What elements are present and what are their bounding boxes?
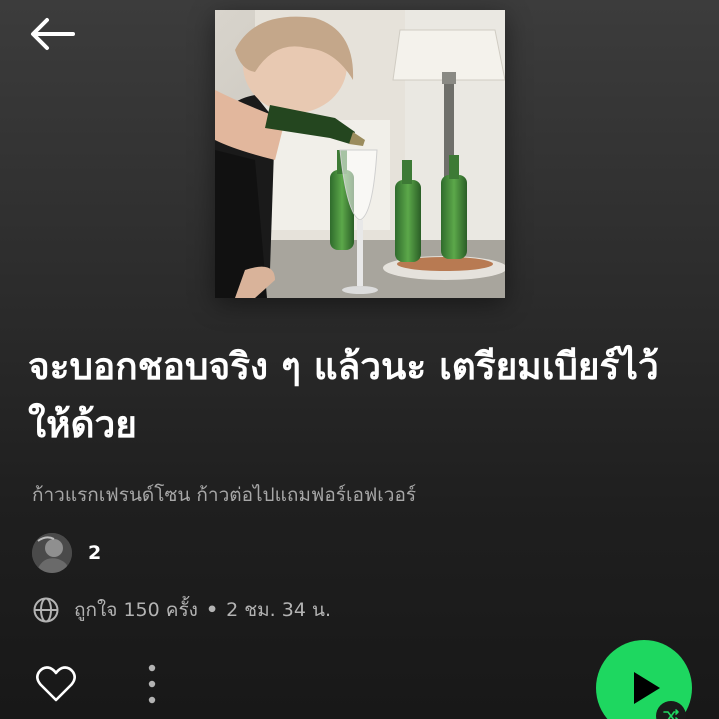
total-duration: 2 ชม. 34 น. <box>226 599 331 621</box>
play-icon <box>634 672 660 704</box>
globe-icon <box>33 597 59 623</box>
playlist-meta: ถูกใจ 150 ครั้ง • 2 ชม. 34 น. <box>32 592 331 628</box>
owner-name[interactable]: 2 <box>88 542 101 564</box>
back-button[interactable] <box>26 14 78 54</box>
more-vertical-icon <box>148 664 156 704</box>
owner-avatar[interactable] <box>32 533 72 573</box>
playlist-cover-image <box>215 10 505 298</box>
shuffle-icon <box>663 709 679 719</box>
more-options-button[interactable] <box>138 662 166 708</box>
meta-separator: • <box>205 599 219 621</box>
playlist-description: ก้าวแรกเฟรนด์โซน ก้าวต่อไปแถมฟอร์เอฟเวอร… <box>32 484 417 506</box>
owner-info[interactable]: 2 <box>32 532 101 574</box>
likes-count: ถูกใจ 150 ครั้ง <box>74 599 198 621</box>
playlist-title: จะบอกชอบจริง ๆ แล้วนะ เตรียมเบียร์ไว้ให้… <box>28 345 659 446</box>
arrow-left-icon <box>31 18 75 50</box>
heart-outline-icon <box>36 666 76 702</box>
like-button[interactable] <box>34 662 78 706</box>
